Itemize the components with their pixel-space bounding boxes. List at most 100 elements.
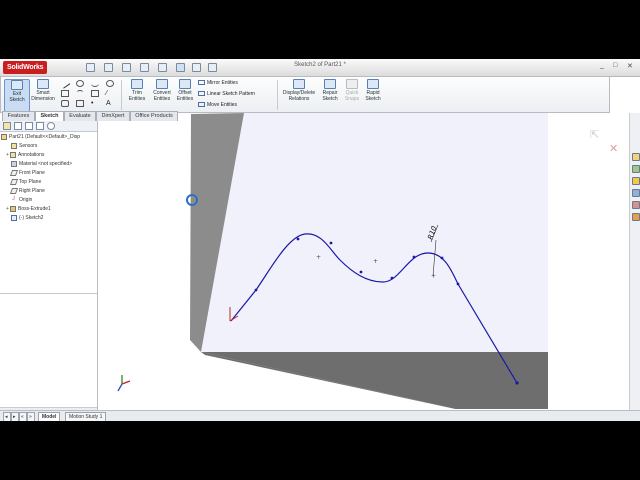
centerline-tool-icon[interactable]: ⁄ — [106, 90, 114, 97]
tree-item-label: (-) Sketch2 — [19, 215, 44, 221]
linear-sketch-pattern-button[interactable]: Linear Sketch Pattern — [198, 91, 255, 97]
sketch-point[interactable] — [296, 237, 300, 241]
task-pane-tabs — [629, 113, 640, 410]
ellipse-tool-icon[interactable] — [106, 80, 114, 87]
tree-item-sketch2[interactable]: (-) Sketch2 — [1, 214, 96, 223]
solidworks-window: SolidWorks Sketch2 of Part21 * _ □ ✕ Exi… — [0, 59, 640, 421]
tab-motion-study-1[interactable]: Motion Study 1 — [65, 412, 107, 421]
sketch-point[interactable] — [412, 255, 416, 259]
sketch-point[interactable] — [254, 288, 258, 292]
tree-item-front-plane[interactable]: Front Plane — [1, 169, 96, 178]
linear-pattern-label: Linear Sketch Pattern — [207, 91, 256, 97]
quick-snaps-label: Quick Snaps — [344, 90, 360, 102]
property-manager-icon[interactable] — [14, 122, 22, 130]
cancel-sketch-corner-icon[interactable]: ✕ — [609, 142, 618, 155]
sketch-point[interactable] — [440, 256, 444, 260]
tree-item-material[interactable]: Material <not specified> — [1, 160, 96, 169]
tree-item-right-plane[interactable]: Right Plane — [1, 187, 96, 196]
tree-item-boss-extrude1[interactable]: + Boss-Extrude1 — [1, 205, 96, 214]
solidworks-resources-icon[interactable] — [632, 153, 640, 161]
slot-tool-icon[interactable] — [61, 100, 69, 107]
mirror-entities-button[interactable]: Mirror Entities — [198, 80, 238, 86]
sketch-icon — [11, 214, 17, 221]
tree-root[interactable]: Part21 (Default<<Default>_Disp — [1, 133, 96, 142]
move-entities-icon — [198, 102, 205, 108]
tree-item-top-plane[interactable]: Top Plane — [1, 178, 96, 187]
convert-entities-icon — [156, 79, 168, 89]
custom-properties-icon[interactable] — [632, 213, 640, 221]
feature-manager-icon[interactable] — [3, 122, 11, 130]
feature-manager-pane: Part21 (Default<<Default>_Disp Sensors +… — [0, 121, 98, 414]
repair-sketch-label: Repair Sketch — [322, 90, 338, 102]
sketch-point[interactable] — [390, 276, 394, 280]
polygon-tool-icon[interactable] — [76, 100, 84, 107]
tab-evaluate[interactable]: Evaluate — [64, 111, 96, 121]
configuration-manager-icon[interactable] — [25, 122, 33, 130]
minimize-icon[interactable]: _ — [600, 62, 604, 69]
scroll-first-icon[interactable]: « — [19, 412, 27, 421]
scroll-left-icon[interactable]: ◂ — [3, 412, 11, 421]
sketch-point[interactable] — [329, 241, 333, 245]
tree-item-label: Top Plane — [19, 179, 42, 185]
tab-model[interactable]: Model — [38, 412, 61, 421]
sketch-point[interactable] — [456, 282, 460, 286]
tree-item-label: Front Plane — [19, 170, 45, 176]
feature-tree: Part21 (Default<<Default>_Disp Sensors +… — [1, 133, 96, 223]
design-library-icon[interactable] — [632, 165, 640, 173]
tree-item-label: Boss-Extrude1 — [18, 206, 51, 212]
tree-item-origin[interactable]: ┘ Origin — [1, 196, 96, 205]
rapid-sketch-button[interactable]: Rapid Sketch — [363, 79, 383, 110]
line-tool-icon[interactable] — [59, 78, 71, 89]
tree-item-sensors[interactable]: Sensors — [1, 142, 96, 151]
command-manager: Exit Sketch Smart Dimension • ⁄ A Trim E… — [0, 76, 610, 113]
bottom-tabs-bar: ◂ ▸ « » Model Motion Study 1 — [0, 410, 640, 421]
display-manager-icon[interactable] — [47, 122, 55, 130]
convert-entities-button[interactable]: Convert Entities — [150, 79, 174, 110]
arc-tool-icon[interactable] — [76, 90, 84, 97]
view-palette-icon[interactable] — [632, 189, 640, 197]
display-delete-relations-button[interactable]: Display/Delete Relations — [281, 79, 317, 110]
point-tool-icon[interactable]: • — [91, 100, 99, 107]
quick-snaps-button[interactable]: Quick Snaps — [342, 79, 362, 110]
sketch-fillet-icon[interactable] — [91, 90, 99, 97]
tab-sketch[interactable]: Sketch — [35, 111, 64, 121]
linear-pattern-icon — [198, 91, 205, 97]
annotations-icon — [10, 151, 16, 158]
scroll-last-icon[interactable]: » — [27, 412, 35, 421]
appearances-icon[interactable] — [632, 201, 640, 209]
spline-tool-icon[interactable] — [91, 80, 99, 87]
quick-snaps-icon — [346, 79, 358, 89]
rectangle-tool-icon[interactable] — [61, 90, 69, 97]
dimxpert-manager-icon[interactable] — [36, 122, 44, 130]
pane-divider — [0, 293, 97, 294]
trim-entities-button[interactable]: Trim Entities — [125, 79, 149, 110]
circle-tool-icon[interactable] — [76, 80, 84, 87]
offset-entities-button[interactable]: Offset Entities — [174, 79, 196, 110]
exit-sketch-button[interactable]: Exit Sketch — [4, 79, 30, 112]
move-entities-button[interactable]: Move Entities — [198, 102, 237, 108]
document-title: Sketch2 of Part21 * — [294, 62, 346, 68]
smart-dimension-icon — [37, 79, 49, 89]
tree-item-annotations[interactable]: + Annotations — [1, 151, 96, 160]
plane-icon — [9, 187, 19, 194]
sketch-endpoint[interactable] — [515, 381, 519, 385]
trim-entities-icon — [131, 79, 143, 89]
sketch-point[interactable] — [359, 270, 363, 274]
smart-dimension-button[interactable]: Smart Dimension — [30, 79, 56, 110]
repair-sketch-icon — [324, 79, 336, 89]
file-explorer-icon[interactable] — [632, 177, 640, 185]
scroll-right-icon[interactable]: ▸ — [11, 412, 19, 421]
maximize-icon[interactable]: □ — [613, 62, 617, 69]
smart-dimension-label: Smart Dimension — [31, 90, 55, 102]
text-tool-icon[interactable]: A — [106, 100, 114, 107]
trim-entities-label: Trim Entities — [128, 90, 146, 102]
offset-entities-label: Offset Entities — [176, 90, 194, 102]
exit-sketch-corner-icon[interactable]: ⇱ — [590, 128, 599, 141]
exit-sketch-label: Exit Sketch — [9, 91, 25, 103]
convert-entities-label: Convert Entities — [153, 90, 171, 102]
close-icon[interactable]: ✕ — [627, 62, 633, 70]
extrude-front-face[interactable] — [201, 352, 548, 409]
repair-sketch-button[interactable]: Repair Sketch — [319, 79, 341, 110]
graphics-area[interactable]: + + + R10 ⇱ ✕ — [98, 113, 628, 409]
tab-features[interactable]: Features — [2, 111, 35, 121]
